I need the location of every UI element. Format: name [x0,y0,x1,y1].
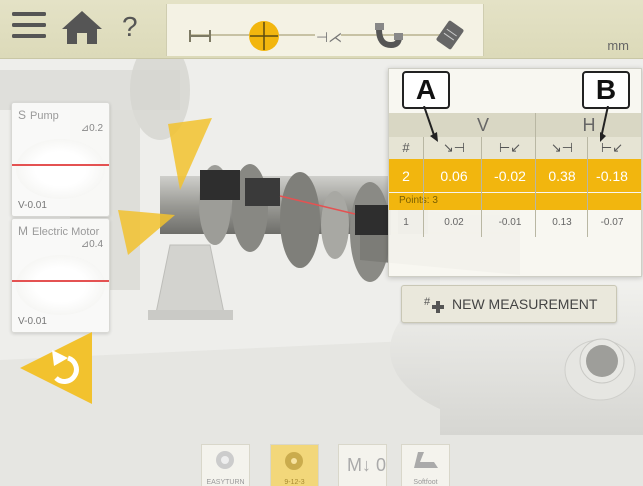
menu-icon[interactable] [12,9,48,41]
callout-b: B [582,71,630,109]
pattern-button[interactable]: 9-12-3 [270,444,319,486]
units-label: mm [607,38,629,53]
h-offset-value: 0.13 [552,217,572,228]
rotate-back-button[interactable] [16,328,94,408]
add-measurement-icon: # [424,296,444,313]
step-dimensions-icon[interactable] [187,23,213,49]
svg-text:⊣⋌: ⊣⋌ [316,29,341,45]
step-results-icon[interactable]: ⊣⋌ [315,23,341,49]
v-offset-value: 0.02 [444,217,464,228]
angle-readout: ⊿0.2 [80,123,103,134]
group-h-label: H [582,115,596,135]
top-bar: ? ⊣⋌ mm [0,0,643,59]
h-angle-value: -0.18 [596,168,628,184]
softfoot-icon [414,452,438,468]
sensor-value: V-0.01 [18,200,47,211]
points-info: Points: 3 [389,193,641,210]
h-offset-value: 0.38 [548,168,576,184]
sensor-target [16,139,105,199]
new-measurement-label: NEW MEASUREMENT [452,296,598,312]
softfoot-label: Softfoot [413,479,438,486]
svg-text:#: # [424,296,431,308]
multipoint-label: M↓ 0 [347,455,387,475]
step-correction-icon[interactable] [373,19,405,51]
record-button[interactable] [578,337,626,385]
home-icon[interactable] [62,9,102,45]
v-angle-value: -0.01 [498,217,522,228]
easyturn-button[interactable]: EASYTURN [201,444,250,486]
hash-header: # [402,140,410,155]
easyturn-label: EASYTURN [206,479,245,486]
svg-text:?: ? [122,11,138,42]
easyturn-icon [216,451,234,469]
laser-line [12,164,109,166]
workflow-steps: ⊣⋌ [166,4,484,56]
angle-readout: ⊿0.4 [80,239,103,250]
callout-b-pointer [600,106,609,142]
h-angle-value: -0.07 [600,217,624,228]
step-report-icon[interactable] [435,20,465,50]
table-row[interactable]: 2 0.06 -0.02 0.38 -0.18 [389,159,641,192]
sensor-card-motor[interactable]: M Electric Motor ⊿0.4 V-0.01 [11,218,110,333]
sensor-card-pump[interactable]: S Pump ⊿0.2 V-0.01 [11,102,110,217]
app-screen: ? ⊣⋌ mm S Pump ⊿0.2 V-0.01 M Electric Mo… [0,0,643,486]
offset-icon: ↘⊣ [550,140,574,155]
sensor-name: M Electric Motor [18,224,100,238]
callout-a-pointer [423,106,438,142]
help-icon[interactable]: ? [120,9,142,43]
points-label: Points: 3 [399,195,438,206]
multipoint-button[interactable]: M↓ 0 [338,444,387,486]
v-offset-value: 0.06 [440,168,468,184]
group-v-label: V [476,115,489,135]
sensor-name: S Pump [18,108,59,122]
step-measure-icon[interactable] [247,19,281,53]
callout-a: A [402,71,450,109]
softfoot-button[interactable]: Softfoot [401,444,450,486]
new-measurement-button[interactable]: # NEW MEASUREMENT [401,285,617,323]
row-number: 2 [402,168,410,184]
laser-line [12,280,109,282]
clock-pattern-icon [285,452,303,470]
angle-icon: ⊢↙ [498,140,522,155]
sensor-target [16,255,105,315]
v-angle-value: -0.02 [494,168,526,184]
pattern-label: 9-12-3 [284,479,305,486]
row-number: 1 [403,217,409,228]
sensor-value: V-0.01 [18,316,47,327]
